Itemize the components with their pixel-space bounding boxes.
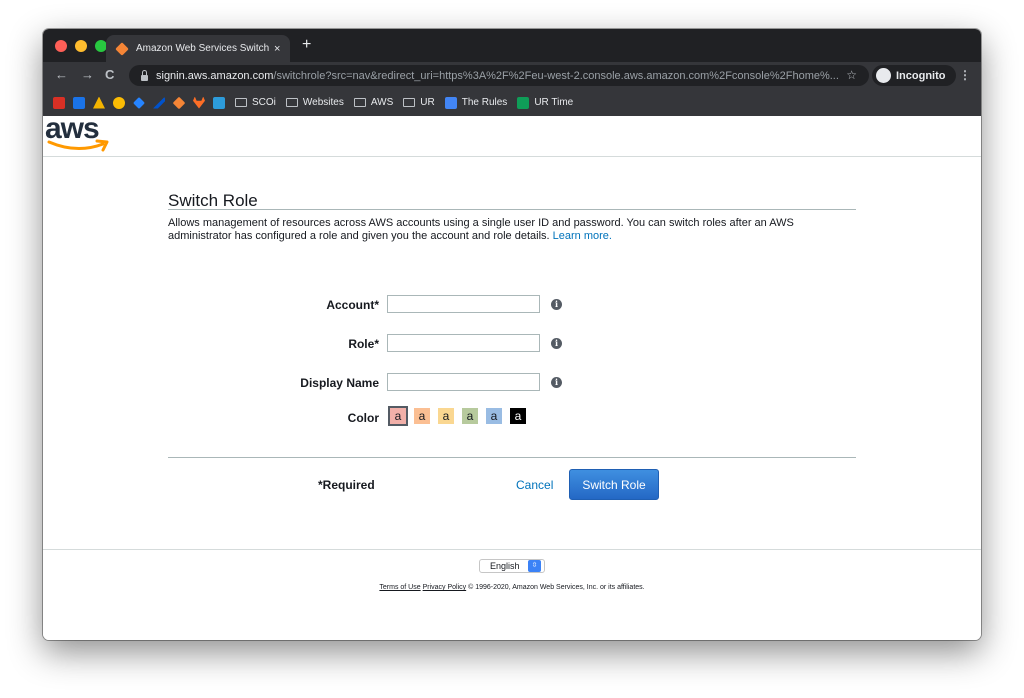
- language-selected: English: [490, 561, 520, 571]
- u-app-icon[interactable]: [213, 96, 225, 109]
- url-path: /switchrole?src=nav&redirect_uri=https%3…: [273, 69, 839, 82]
- account-info-icon[interactable]: i: [551, 299, 562, 310]
- new-tab-button[interactable]: +: [302, 36, 311, 54]
- bulb-icon[interactable]: [113, 96, 125, 109]
- drive-icon[interactable]: [93, 96, 105, 109]
- display-name-input[interactable]: [387, 373, 540, 391]
- forward-arrow-icon[interactable]: →: [81, 67, 94, 82]
- page-title: Switch Role: [168, 191, 258, 210]
- aws-header: aws: [43, 114, 981, 157]
- url-host: signin.aws.amazon.com: [156, 69, 274, 82]
- bookmark-scoi[interactable]: SCOi: [235, 97, 276, 108]
- role-info-icon[interactable]: i: [551, 338, 562, 349]
- browser-tab[interactable]: Amazon Web Services Switch Ro ×: [106, 35, 290, 62]
- title-bar: Amazon Web Services Switch Ro × +: [43, 29, 981, 62]
- switch-role-button[interactable]: Switch Role: [569, 469, 659, 500]
- docs-icon: [444, 96, 457, 109]
- description: Allows management of resources across AW…: [168, 217, 828, 243]
- calendar-icon[interactable]: [73, 96, 85, 109]
- incognito-label: Incognito: [896, 69, 946, 82]
- bookmark-aws[interactable]: AWS: [353, 97, 394, 108]
- browser-menu-icon[interactable]: ⋮: [959, 68, 971, 82]
- privacy-link[interactable]: Privacy Policy: [423, 584, 467, 591]
- browser-window: Amazon Web Services Switch Ro × + ← → C …: [43, 29, 981, 640]
- page-footer: English ⇳ Terms of Use Privacy Policy © …: [43, 549, 981, 640]
- display-name-label: Display Name: [300, 376, 379, 390]
- browser-toolbar: ← → C signin.aws.amazon.com/switchrole?s…: [43, 62, 981, 89]
- terms-link[interactable]: Terms of Use: [379, 584, 420, 591]
- required-note: *Required: [318, 478, 375, 492]
- address-bar[interactable]: signin.aws.amazon.com/switchrole?src=nav…: [129, 65, 869, 86]
- title-divider: [168, 209, 856, 210]
- bookmarks-bar: SCOi Websites AWS UR The Rules UR Time: [43, 89, 981, 116]
- bookmark-ur[interactable]: UR: [403, 97, 435, 108]
- learn-more-link[interactable]: Learn more.: [553, 230, 612, 242]
- aws-smile-icon: [47, 139, 109, 152]
- color-picker: a a a a a a: [388, 406, 526, 426]
- bookmark-the-rules[interactable]: The Rules: [444, 96, 508, 109]
- bookmark-label: AWS: [370, 97, 394, 108]
- tab-close-icon[interactable]: ×: [274, 43, 280, 55]
- folder-icon: [235, 98, 247, 107]
- incognito-badge[interactable]: Incognito: [872, 65, 956, 86]
- bookmark-label: UR: [420, 97, 435, 108]
- display-name-info-icon[interactable]: i: [551, 377, 562, 388]
- role-label: Role*: [348, 337, 379, 351]
- bookmark-label: UR Time: [534, 97, 574, 108]
- color-swatch-black[interactable]: a: [510, 408, 526, 424]
- bookmark-label: The Rules: [461, 97, 508, 108]
- minimize-window-button[interactable]: [75, 40, 87, 52]
- folder-icon: [353, 98, 366, 107]
- role-input[interactable]: [387, 334, 540, 352]
- bookmark-ur-time[interactable]: UR Time: [517, 96, 574, 109]
- tab-title: Amazon Web Services Switch Ro: [136, 43, 270, 54]
- language-select[interactable]: English ⇳: [479, 559, 545, 573]
- description-text: Allows management of resources across AW…: [168, 217, 794, 242]
- close-window-button[interactable]: [55, 40, 67, 52]
- bookmark-websites[interactable]: Websites: [285, 97, 344, 108]
- select-arrows-icon: ⇳: [528, 560, 541, 572]
- page-content: aws Switch Role Allows management of res…: [43, 114, 981, 640]
- jira-icon[interactable]: [133, 96, 145, 109]
- color-swatch-green[interactable]: a: [462, 408, 478, 424]
- gitlab-icon[interactable]: [193, 96, 205, 109]
- bookmark-star-icon[interactable]: ☆: [846, 68, 857, 82]
- gmail-icon[interactable]: [53, 96, 65, 109]
- bookmark-label: Websites: [302, 97, 344, 108]
- copyright-text: © 1996-2020, Amazon Web Services, Inc. o…: [468, 584, 645, 591]
- form-divider: [168, 457, 856, 458]
- lock-icon: [141, 69, 148, 81]
- color-swatch-blue[interactable]: a: [486, 408, 502, 424]
- account-input[interactable]: [387, 295, 540, 313]
- sheets-icon: [517, 96, 530, 109]
- color-swatch-red[interactable]: a: [388, 406, 408, 426]
- account-label: Account*: [326, 298, 379, 312]
- legal-text: Terms of Use Privacy Policy © 1996-2020,…: [43, 584, 981, 591]
- aws-logo[interactable]: aws: [45, 114, 115, 156]
- confluence-icon[interactable]: [153, 96, 165, 109]
- color-swatch-yellow[interactable]: a: [438, 408, 454, 424]
- reload-icon[interactable]: C: [105, 67, 114, 82]
- folder-icon: [403, 98, 416, 107]
- bookmark-label: SCOi: [252, 97, 276, 108]
- color-label: Color: [347, 411, 379, 425]
- back-arrow-icon[interactable]: ←: [55, 67, 68, 82]
- cancel-link[interactable]: Cancel: [516, 478, 553, 492]
- aws-cube-icon[interactable]: [172, 96, 186, 109]
- aws-favicon-icon: [115, 41, 129, 56]
- url-text[interactable]: signin.aws.amazon.com/switchrole?src=nav…: [156, 70, 846, 82]
- incognito-icon: [876, 68, 891, 83]
- color-swatch-orange[interactable]: a: [414, 408, 430, 424]
- folder-icon: [285, 98, 298, 107]
- window-controls: [55, 40, 107, 52]
